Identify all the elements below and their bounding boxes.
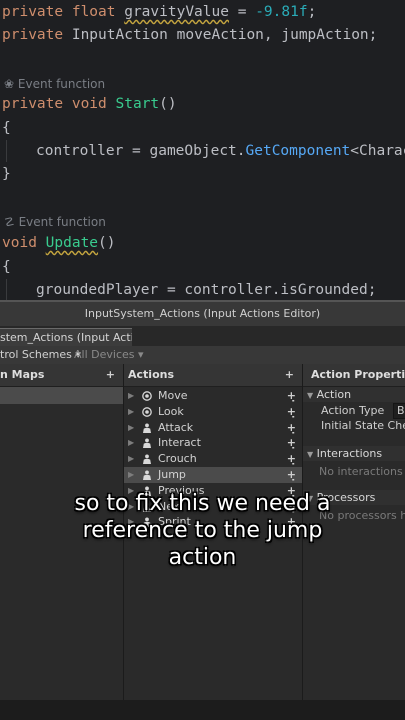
action-item-interact[interactable]: ▶ Interact +̣ (124, 435, 302, 451)
caption-line-1: so to fix this we need a (74, 491, 331, 516)
add-binding-button[interactable]: +̣ (287, 420, 296, 436)
add-binding-button[interactable]: +̣ (287, 435, 296, 451)
add-binding-button[interactable]: +̣ (287, 388, 296, 404)
action-label: Crouch (158, 452, 197, 466)
toolbar: trol Schemes ▾ All Devices ▾ (0, 346, 405, 365)
action-label: Look (158, 404, 184, 418)
code-line-gravity: private float gravityValue = -9.81f; (2, 4, 317, 20)
code-brace-open-2: { (2, 259, 11, 275)
event-function-hint-2: ☡ Event function (4, 215, 106, 229)
interactions-empty-text: No interactions hav (319, 465, 405, 478)
collapse-triangle-icon: ▼ (307, 391, 314, 400)
event-function-hint: ❀ Event function (4, 77, 106, 91)
code-brace-close: } (2, 166, 11, 182)
expand-triangle-icon[interactable]: ▶ (128, 451, 134, 467)
flame-icon: ☡ (4, 215, 15, 229)
add-binding-button[interactable]: +̣ (287, 404, 296, 420)
editor-title: InputSystem_Actions (Input Actions Edito… (0, 300, 405, 326)
initial-state-check-label: Initial State Check (321, 419, 405, 432)
target-icon (142, 391, 152, 401)
action-section-header[interactable]: ▼ Action (303, 387, 405, 402)
tab-input-system-actions[interactable]: stem_Actions (Input Acti.. (0, 328, 132, 347)
action-item-attack[interactable]: ▶ Attack +̣ (124, 420, 302, 436)
action-maps-header: n Maps + (0, 364, 123, 387)
interactions-header[interactable]: ▼ Interactions (303, 446, 405, 461)
code-line-update: void Update() (2, 235, 116, 251)
target-icon (142, 406, 152, 417)
action-item-look[interactable]: ▶ Look +̣ (124, 404, 302, 420)
action-label: Jump (158, 468, 186, 481)
expand-triangle-icon[interactable]: ▶ (128, 404, 134, 420)
action-item-crouch[interactable]: ▶ Crouch +̣ (124, 451, 302, 467)
code-line-getcomponent: controller = gameObject.GetComponent<Cha… (36, 143, 405, 159)
action-properties-header: Action Properties (303, 364, 405, 387)
tab-bar: stem_Actions (Input Acti.. (0, 326, 405, 347)
control-schemes-dropdown[interactable]: trol Schemes ▾ (0, 346, 81, 364)
action-label: Interact (158, 436, 201, 450)
actions-header: Actions + (124, 364, 302, 387)
action-item-jump[interactable]: ▶ Jump +̣ (124, 467, 302, 483)
all-devices-dropdown[interactable]: All Devices ▾ (74, 346, 144, 364)
add-binding-button[interactable]: +̣ (287, 451, 296, 467)
collapse-triangle-icon: ▼ (307, 450, 314, 459)
person-icon (143, 470, 151, 480)
indent-guide-2 (6, 279, 7, 300)
status-bar (0, 700, 405, 720)
action-label: Attack (158, 420, 194, 434)
indent-guide (6, 140, 7, 162)
code-line-grounded: groundedPlayer = controller.isGrounded; (36, 282, 377, 298)
caption-line-3: action (168, 545, 237, 570)
person-icon (143, 438, 151, 449)
action-type-label: Action Type (321, 404, 385, 417)
add-action-button[interactable]: + (285, 364, 294, 386)
action-label: Move (158, 389, 188, 402)
add-map-button[interactable]: + (106, 364, 115, 386)
expand-triangle-icon[interactable]: ▶ (128, 435, 134, 451)
caption-line-2: reference to the jump (82, 518, 323, 543)
code-line-input-actions: private InputAction moveAction, jumpActi… (2, 27, 378, 43)
expand-triangle-icon[interactable]: ▶ (128, 420, 134, 436)
action-item-move[interactable]: ▶ Move +̣ (124, 388, 302, 404)
code-editor[interactable]: private float gravityValue = -9.81f; pri… (0, 0, 405, 300)
person-icon (143, 454, 151, 465)
code-line-start: private void Start() (2, 96, 177, 112)
code-brace-open: { (2, 120, 11, 136)
add-binding-button[interactable]: +̣ (287, 467, 296, 483)
action-map-item[interactable] (0, 387, 123, 404)
unity-icon: ❀ (4, 77, 15, 91)
person-icon (143, 423, 151, 433)
action-type-dropdown[interactable]: Bu (393, 403, 405, 419)
subtitle-caption: so to fix this we need a reference to th… (0, 490, 405, 571)
expand-triangle-icon[interactable]: ▶ (128, 467, 134, 483)
expand-triangle-icon[interactable]: ▶ (128, 388, 134, 404)
